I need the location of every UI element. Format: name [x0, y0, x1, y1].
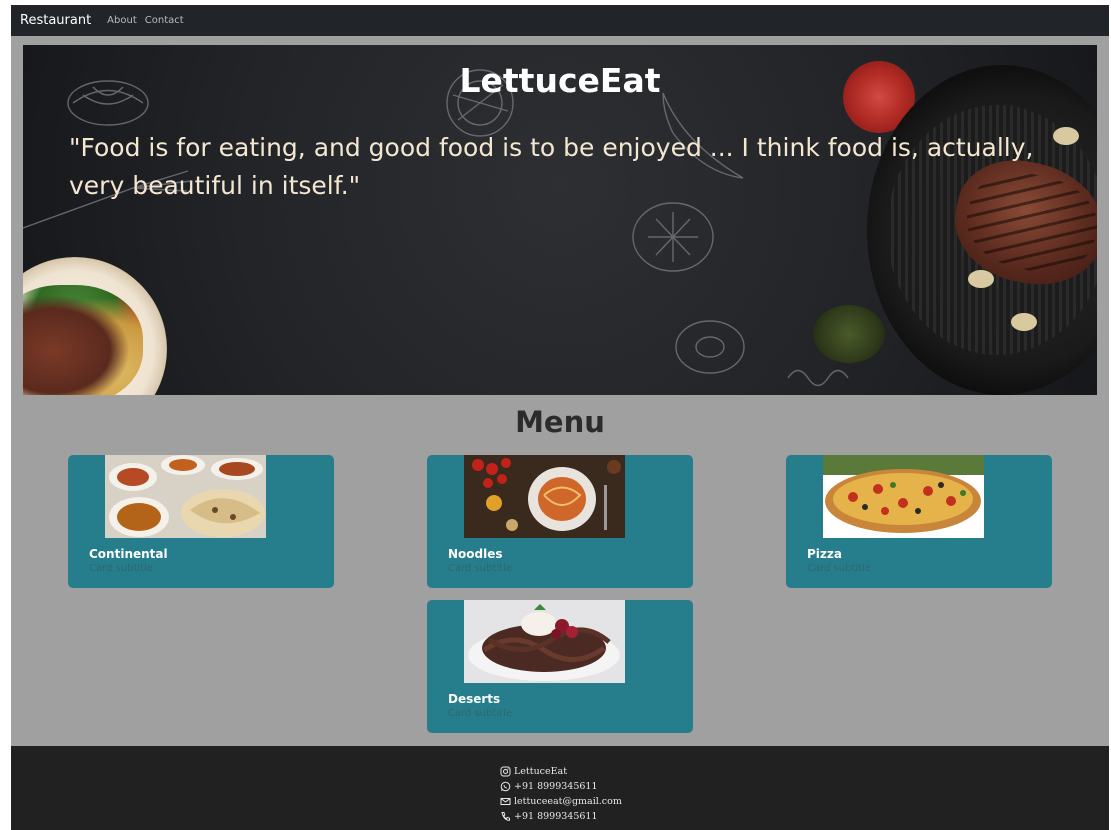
email-address: lettuceeat@gmail.com [514, 796, 622, 807]
continental-food-image [105, 455, 266, 538]
pasta-sketch-icon [787, 369, 849, 387]
hero-title: LettuceEat [459, 61, 661, 100]
nav-link-contact[interactable]: Contact [145, 15, 184, 26]
navbar-brand[interactable]: Restaurant [20, 13, 91, 28]
hero-quote: "Food is for eating, and good food is to… [69, 133, 1034, 200]
deserts-food-image [464, 600, 625, 683]
footer-email[interactable]: lettuceeat@gmail.com [500, 794, 622, 809]
tomato-sketch-icon [632, 202, 714, 272]
garlic-clove-image [968, 270, 994, 288]
nav-link-about[interactable]: About [107, 15, 137, 26]
navbar: Restaurant About Contact [11, 5, 1109, 36]
email-icon [500, 796, 511, 807]
pizza-food-image [823, 455, 984, 538]
garlic-clove-image [1053, 127, 1079, 145]
card-subtitle: Card subtitle [807, 563, 872, 574]
phone-icon [500, 811, 511, 822]
hero-banner: LettuceEat "Food is for eating, and good… [23, 45, 1097, 395]
card-title: Pizza [807, 547, 842, 561]
card-title: Noodles [448, 547, 503, 561]
footer-whatsapp[interactable]: +91 8999345611 [500, 779, 622, 794]
mushroom-sketch-icon [675, 320, 745, 374]
herb-image [813, 305, 885, 363]
menu-card-continental[interactable]: Continental Card subtitle [68, 455, 334, 588]
noodles-food-image [464, 455, 625, 538]
phone-number: +91 8999345611 [514, 811, 598, 822]
card-title: Deserts [448, 692, 501, 706]
whatsapp-number: +91 8999345611 [514, 781, 598, 792]
card-subtitle: Card subtitle [448, 708, 513, 719]
footer: LettuceEat +91 8999345611 lettuceeat@gma… [11, 746, 1109, 830]
card-subtitle: Card subtitle [448, 563, 513, 574]
instagram-handle: LettuceEat [514, 766, 568, 777]
card-title: Continental [89, 547, 168, 561]
whatsapp-icon [500, 781, 511, 792]
instagram-icon [500, 766, 511, 777]
footer-instagram[interactable]: LettuceEat [500, 764, 622, 779]
footer-phone[interactable]: +91 8999345611 [500, 809, 622, 824]
menu-title: Menu [515, 405, 605, 439]
contact-list: LettuceEat +91 8999345611 lettuceeat@gma… [500, 764, 622, 824]
menu-card-deserts[interactable]: Deserts Card subtitle [427, 600, 693, 733]
plate-food-image [23, 285, 143, 395]
card-subtitle: Card subtitle [89, 563, 154, 574]
page: Restaurant About Contact LettuceEat "Foo… [11, 5, 1109, 830]
menu-card-pizza[interactable]: Pizza Card subtitle [786, 455, 1052, 588]
garlic-clove-image [1011, 313, 1037, 331]
menu-card-noodles[interactable]: Noodles Card subtitle [427, 455, 693, 588]
